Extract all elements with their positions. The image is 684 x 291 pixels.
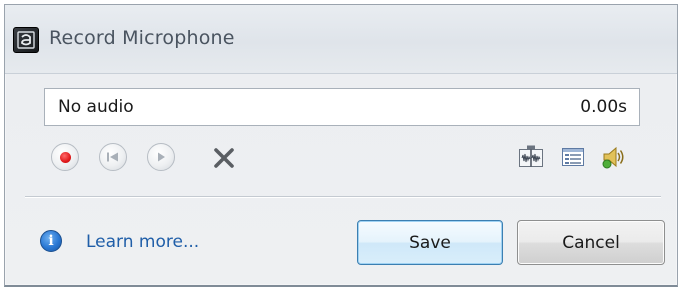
delete-button[interactable] (212, 146, 236, 170)
audio-display: No audio 0.00s (44, 88, 640, 126)
rewind-button[interactable] (99, 143, 127, 171)
audio-duration: 0.00s (580, 97, 627, 117)
list-icon (562, 148, 584, 166)
window-title: Record Microphone (49, 27, 235, 49)
play-button[interactable] (147, 143, 175, 171)
play-icon (158, 152, 165, 162)
rewind-icon (107, 152, 118, 162)
save-button[interactable]: Save (357, 220, 503, 265)
cancel-button[interactable]: Cancel (517, 220, 665, 265)
learn-more-link[interactable]: Learn more... (86, 232, 199, 252)
info-icon: i (40, 230, 62, 252)
record-microphone-dialog: Record Microphone No audio 0.00s i Learn… (4, 4, 678, 287)
speaker-button[interactable] (601, 145, 627, 169)
title-bar[interactable]: Record Microphone (5, 5, 677, 74)
list-view-button[interactable] (560, 145, 586, 169)
waveform-icon (519, 145, 543, 167)
footer-divider (25, 196, 661, 198)
record-icon (59, 151, 71, 163)
speaker-icon (602, 146, 624, 169)
waveform-button[interactable] (518, 145, 544, 169)
record-button[interactable] (51, 143, 79, 171)
app-logo-icon (13, 27, 39, 53)
close-x-icon (214, 148, 234, 168)
audio-status-text: No audio (58, 97, 134, 117)
